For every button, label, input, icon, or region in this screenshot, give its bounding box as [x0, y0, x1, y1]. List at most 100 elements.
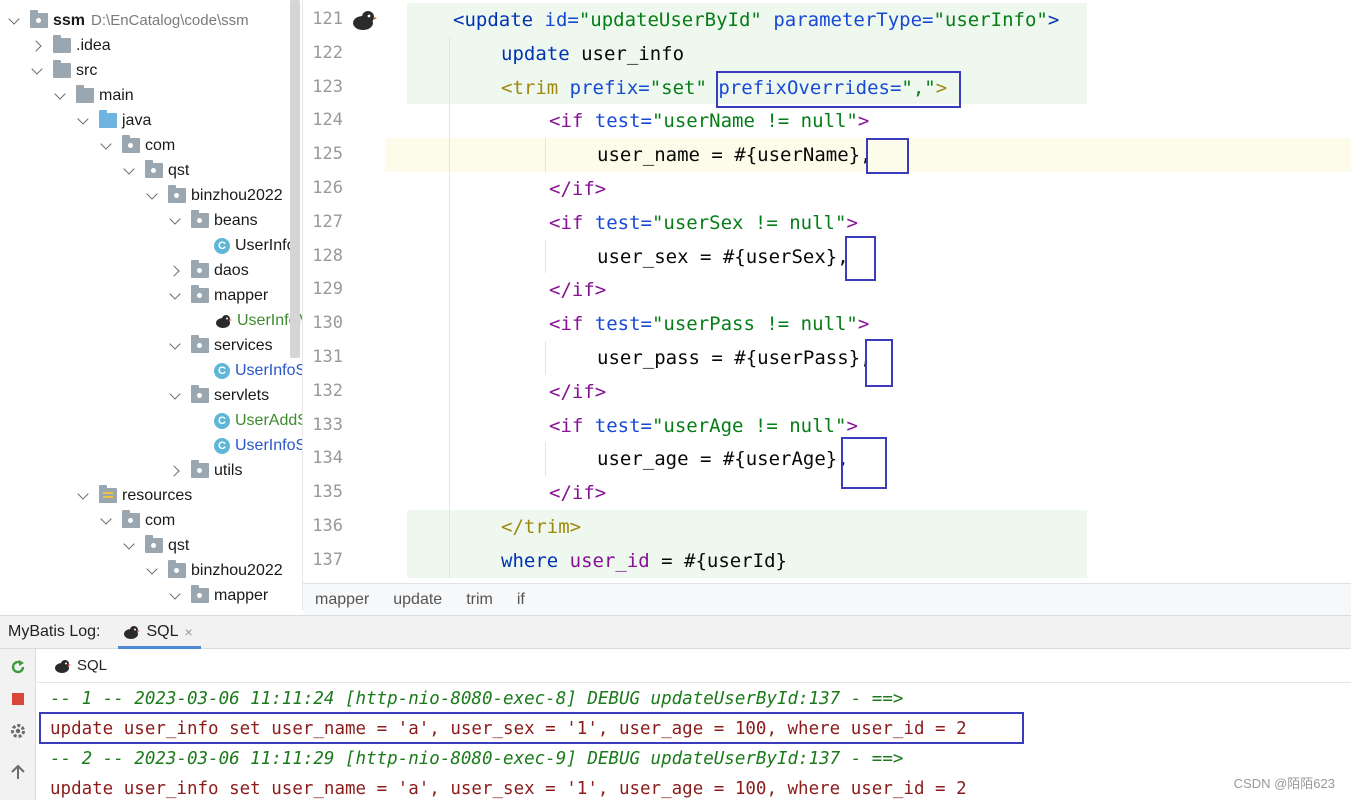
chevron-down-icon[interactable]: [8, 14, 22, 28]
breadcrumb-item[interactable]: trim: [466, 591, 493, 609]
chevron-down-icon[interactable]: [146, 189, 160, 203]
code-line[interactable]: update user_info: [501, 37, 684, 71]
folder-icon: [53, 35, 71, 53]
code-token: user_sex = #{userSex},: [597, 245, 849, 268]
chevron-down-icon[interactable]: [31, 64, 45, 78]
package-icon: [191, 285, 209, 303]
chevron-down-icon[interactable]: [169, 389, 183, 403]
code-line[interactable]: user_age = #{userAge},: [597, 442, 849, 476]
arrow-up-icon[interactable]: [9, 763, 27, 781]
tree-item[interactable]: .idea: [31, 33, 111, 58]
code-line[interactable]: <if test="userSex != null">: [549, 206, 858, 240]
chevron-down-icon[interactable]: [146, 564, 160, 578]
tree-item[interactable]: daos: [169, 258, 249, 283]
code-line[interactable]: user_sex = #{userSex},: [597, 240, 849, 274]
tab-sql[interactable]: SQL ×: [118, 616, 201, 649]
code-line[interactable]: </if>: [549, 476, 606, 510]
tree-item[interactable]: mapper: [169, 583, 268, 608]
code-token: <if: [549, 211, 595, 234]
stop-icon[interactable]: [9, 690, 27, 708]
tree-item[interactable]: src: [31, 58, 97, 83]
chevron-down-icon[interactable]: [77, 489, 91, 503]
tree-item[interactable]: resources: [77, 483, 192, 508]
chevron-down-icon[interactable]: [100, 514, 114, 528]
tree-item[interactable]: java: [77, 108, 151, 133]
line-number: 137: [312, 549, 343, 570]
code-line[interactable]: <if test="userName != null">: [549, 104, 869, 138]
code-token: user_info: [581, 42, 685, 65]
chevron-down-icon[interactable]: [169, 339, 183, 353]
tree-scrollbar[interactable]: [290, 0, 300, 358]
rerun-icon[interactable]: [9, 658, 27, 676]
chevron-down-icon[interactable]: [100, 139, 114, 153]
tree-item-label: UserInfo: [235, 236, 296, 254]
code-token: test=: [594, 313, 652, 336]
breadcrumb-item[interactable]: mapper: [315, 591, 369, 609]
tree-item[interactable]: com: [100, 508, 175, 533]
tree-item[interactable]: main: [54, 83, 134, 108]
chevron-right-icon[interactable]: [31, 39, 45, 53]
code-line[interactable]: </if>: [549, 172, 606, 206]
code-line[interactable]: <if test="userPass != null">: [549, 307, 869, 341]
line-number: 130: [312, 313, 343, 334]
tree-item-label: mapper: [214, 286, 269, 304]
chevron-right-icon[interactable]: [169, 464, 183, 478]
code-token: "userName != null": [651, 110, 858, 133]
chevron-down-icon[interactable]: [169, 289, 183, 303]
code-line[interactable]: where user_id = #{userId}: [501, 544, 787, 578]
chevron-right-icon[interactable]: [169, 264, 183, 278]
tree-item[interactable]: utils: [169, 458, 242, 483]
sql-subheader-label: SQL: [77, 657, 108, 674]
tree-item[interactable]: binzhou2022: [146, 558, 283, 583]
tree-item[interactable]: ssm D:\EnCatalog\code\ssm: [8, 8, 249, 33]
chevron-down-icon[interactable]: [123, 164, 137, 178]
chevron-down-icon[interactable]: [169, 214, 183, 228]
tree-item[interactable]: UserInfoM: [192, 308, 302, 333]
mybatis-bird-icon[interactable]: [351, 8, 377, 32]
tree-item-path: D:\EnCatalog\code\ssm: [91, 12, 249, 29]
code-line[interactable]: </if>: [549, 273, 606, 307]
tree-item[interactable]: C UserInfoS: [192, 358, 302, 383]
tree-item[interactable]: qst: [123, 533, 189, 558]
breadcrumb-item[interactable]: update: [393, 591, 442, 609]
code-editor[interactable]: <update id="updateUserById" parameterTyp…: [385, 0, 1351, 583]
code-line[interactable]: <if test="userAge != null">: [549, 409, 858, 443]
close-icon[interactable]: ×: [185, 624, 193, 640]
tree-item[interactable]: C UserInfo: [192, 233, 295, 258]
tree-item[interactable]: mapper: [169, 283, 268, 308]
chevron-down-icon[interactable]: [77, 114, 91, 128]
tree-item-label: UserAddS: [235, 411, 303, 429]
chevron-down-icon[interactable]: [123, 539, 137, 553]
tree-item[interactable]: servlets: [169, 383, 269, 408]
code-token: test=: [594, 211, 652, 234]
highlight-box: [841, 437, 887, 489]
tree-item[interactable]: C UserInfoS: [192, 433, 302, 458]
indent-guide: [545, 239, 546, 274]
chevron-down-icon[interactable]: [54, 89, 68, 103]
class-icon: C: [214, 237, 230, 254]
line-number: 123: [312, 76, 343, 97]
tree-item[interactable]: com: [100, 133, 175, 158]
tree-item-label: java: [122, 111, 152, 129]
code-token: >: [846, 414, 858, 437]
tree-item[interactable]: C UserAddS: [192, 408, 303, 433]
code-line[interactable]: </if>: [549, 375, 606, 409]
tree-item-label: com: [145, 136, 176, 154]
package-icon: [191, 460, 209, 478]
breadcrumb-item[interactable]: if: [517, 591, 525, 609]
tree-item[interactable]: services: [169, 333, 273, 358]
chevron-down-icon[interactable]: [169, 589, 183, 603]
package-icon: [145, 535, 163, 553]
code-line[interactable]: </trim>: [501, 510, 581, 544]
line-number: 128: [312, 245, 343, 266]
tree-item[interactable]: beans: [169, 208, 258, 233]
gear-icon[interactable]: [9, 722, 27, 740]
code-line[interactable]: user_name = #{userName},: [597, 138, 872, 172]
code-line[interactable]: user_pass = #{userPass},: [597, 341, 872, 375]
package-icon: [122, 135, 140, 153]
code-token: </trim>: [501, 516, 582, 538]
code-line[interactable]: <update id="updateUserById" parameterTyp…: [453, 3, 1059, 37]
tree-item[interactable]: qst: [123, 158, 189, 183]
mybatis-log-header: MyBatis Log: SQL ×: [0, 615, 1351, 649]
tree-item[interactable]: binzhou2022: [146, 183, 283, 208]
